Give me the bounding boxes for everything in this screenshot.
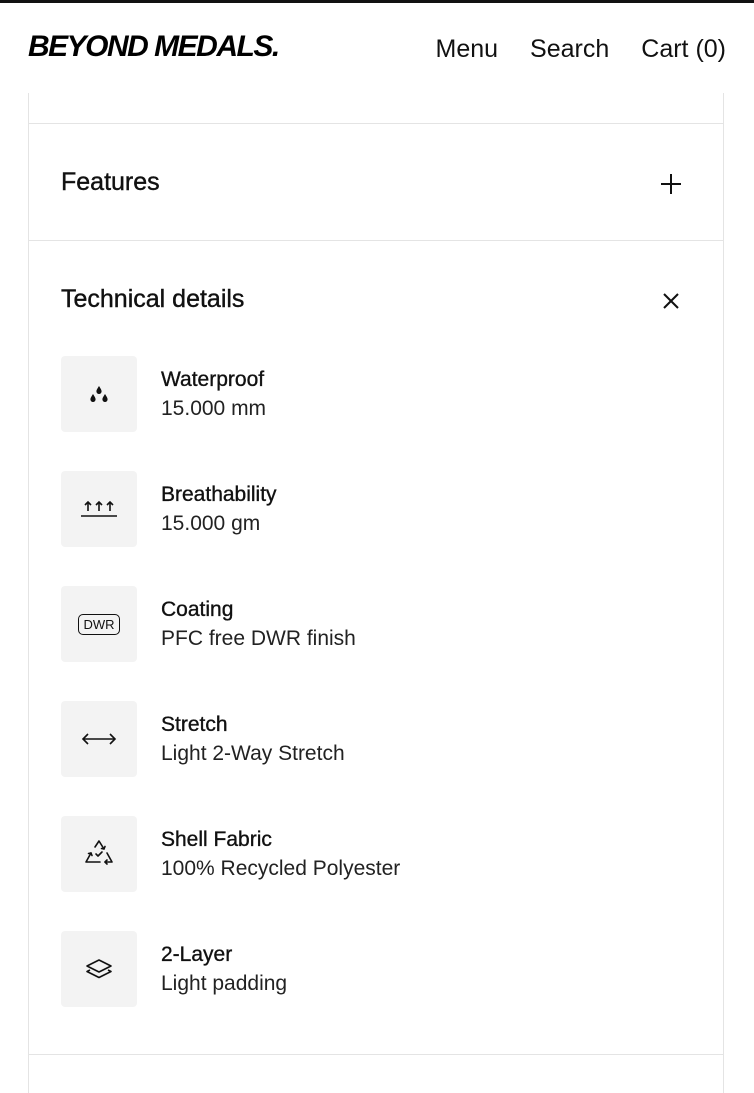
divider [29, 123, 723, 124]
spec-row-stretch: Stretch Light 2-Way Stretch [61, 701, 661, 777]
spec-value: Light padding [161, 972, 288, 995]
water-drops-icon [61, 356, 137, 432]
divider [29, 1054, 723, 1055]
spec-title: Waterproof [161, 368, 265, 391]
spec-title: Stretch [161, 713, 228, 736]
search-link[interactable]: Search [530, 33, 609, 65]
spec-row-waterproof: Waterproof 15.000 mm [61, 356, 661, 432]
site-header: BEYOND MEDALS. Menu Search Cart (0) [0, 3, 754, 93]
spec-value: 100% Recycled Polyester [161, 857, 401, 880]
layers-icon [61, 931, 137, 1007]
menu-link[interactable]: Menu [436, 33, 499, 65]
spec-row-coating: DWR Coating PFC free DWR finish [61, 586, 661, 662]
spec-title: Coating [161, 598, 234, 621]
spec-title: 2-Layer [161, 943, 233, 966]
spec-row-breathability: Breathability 15.000 gm [61, 471, 661, 547]
divider [29, 240, 723, 241]
breathability-arrows-icon [61, 471, 137, 547]
horizontal-arrows-icon [61, 701, 137, 777]
cart-link[interactable]: Cart (0) [641, 33, 726, 65]
dwr-icon: DWR [61, 586, 137, 662]
spec-value: PFC free DWR finish [161, 627, 356, 650]
spec-row-2-layer: 2-Layer Light padding [61, 931, 661, 1007]
plus-icon[interactable] [659, 172, 683, 196]
recycle-icon [61, 816, 137, 892]
dwr-icon-label: DWR [78, 613, 120, 635]
spec-value: 15.000 gm [161, 512, 261, 535]
main-nav: Menu Search Cart (0) [436, 33, 727, 65]
spec-title: Breathability [161, 483, 277, 506]
technical-details-title[interactable]: Technical details [61, 283, 245, 315]
spec-title: Shell Fabric [161, 828, 272, 851]
spec-row-shell-fabric: Shell Fabric 100% Recycled Polyester [61, 816, 661, 892]
product-details-panel: Features Technical details Waterproof 15… [28, 93, 724, 1093]
brand-logo[interactable]: BEYOND MEDALS. [28, 27, 280, 67]
close-icon[interactable] [659, 289, 683, 313]
spec-value: Light 2-Way Stretch [161, 742, 345, 765]
features-title[interactable]: Features [61, 166, 160, 198]
spec-value: 15.000 mm [161, 397, 267, 420]
